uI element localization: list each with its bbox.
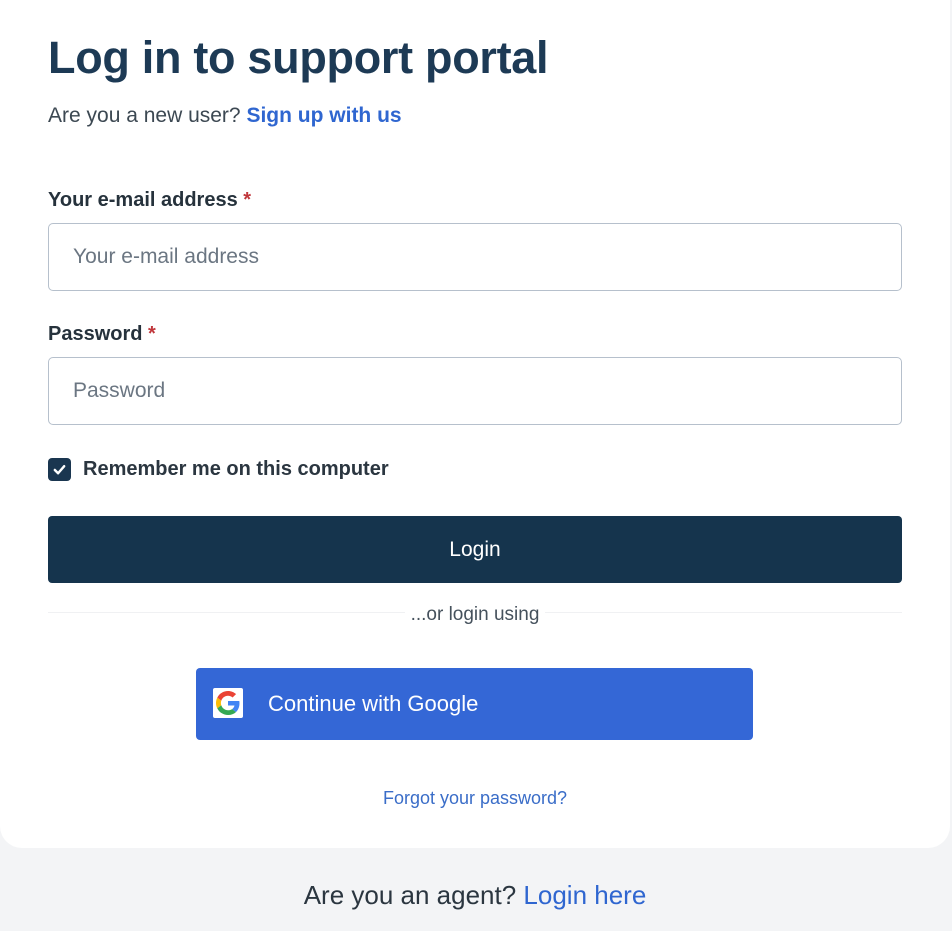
- email-label-text: Your e-mail address: [48, 189, 238, 211]
- agent-prompt-text: Are you an agent?: [303, 880, 524, 910]
- forgot-password: Forgot your password?: [0, 786, 950, 810]
- alt-login-label: ...or login using: [404, 604, 546, 625]
- signup-prompt: Are you a new user? Sign up with us: [48, 103, 402, 129]
- google-login-button[interactable]: Continue with Google: [196, 668, 753, 740]
- required-marker: *: [148, 323, 156, 345]
- google-logo-icon: [213, 688, 243, 718]
- login-button[interactable]: Login: [48, 516, 902, 583]
- remember-me-checkbox[interactable]: Remember me on this computer: [48, 456, 389, 482]
- check-icon: [53, 464, 66, 474]
- login-card: Log in to support portal Are you a new u…: [0, 0, 950, 848]
- email-label: Your e-mail address *: [48, 187, 251, 213]
- password-label-text: Password: [48, 323, 143, 345]
- new-user-text: Are you a new user?: [48, 104, 247, 127]
- page-title: Log in to support portal: [48, 32, 549, 83]
- remember-me-label: Remember me on this computer: [83, 457, 389, 480]
- forgot-password-link[interactable]: Forgot your password?: [383, 788, 567, 808]
- agent-login-prompt: Are you an agent? Login here: [0, 878, 950, 912]
- required-marker: *: [243, 189, 252, 211]
- signup-link[interactable]: Sign up with us: [246, 104, 401, 127]
- agent-login-link[interactable]: Login here: [523, 880, 646, 910]
- checkbox-box[interactable]: [48, 457, 71, 481]
- google-g-icon: [216, 691, 240, 715]
- email-field[interactable]: [48, 223, 902, 291]
- google-button-label: Continue with Google: [268, 691, 479, 716]
- alt-login-text: ...or login using: [48, 602, 902, 628]
- password-field[interactable]: [48, 357, 902, 425]
- password-label: Password *: [48, 321, 156, 347]
